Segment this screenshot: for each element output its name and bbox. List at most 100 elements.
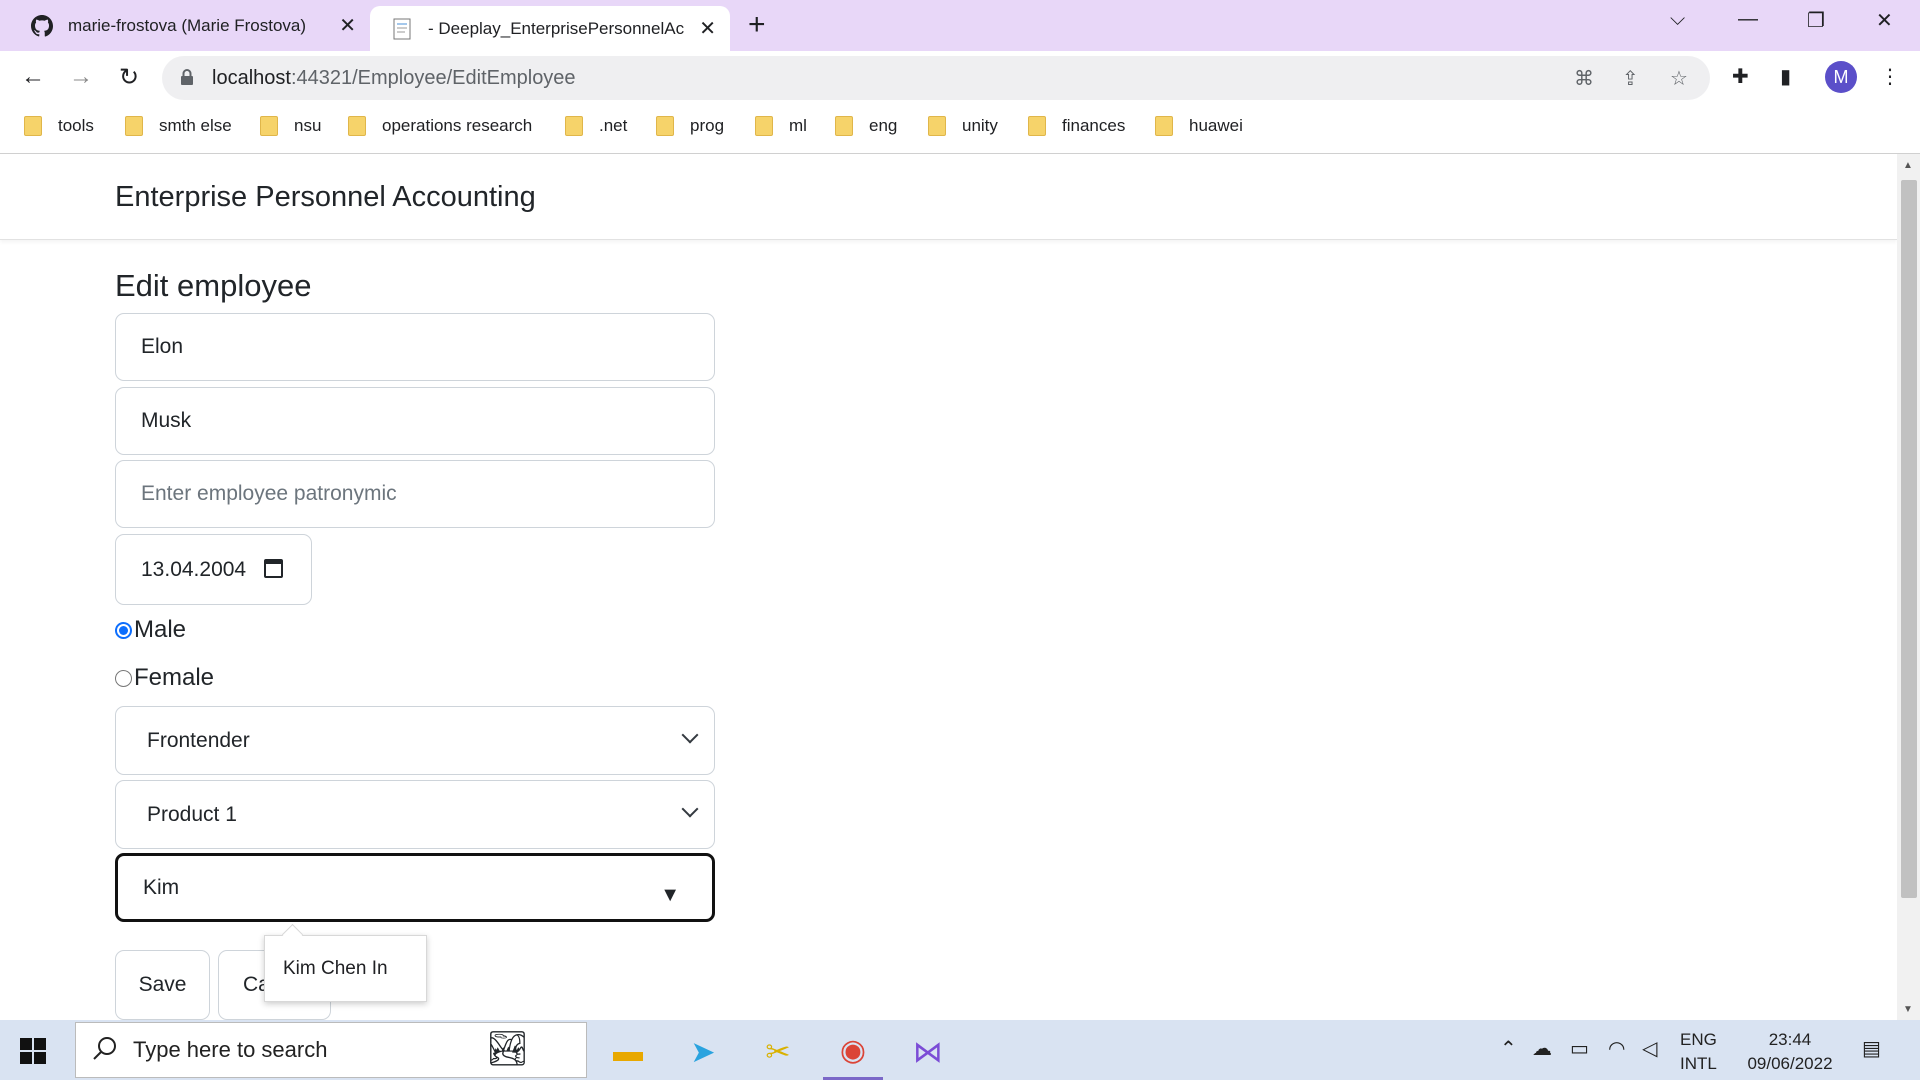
url-text[interactable]: localhost:44321/Employee/EditEmployee [212,67,576,90]
bookmark-folder[interactable]: eng [835,116,897,136]
folder-icon [755,116,773,136]
search-highlight-icon: 🏞 [486,1030,530,1068]
new-tab-button[interactable]: + [748,8,766,42]
tab-title: - Deeplay_EnterprisePersonnelAc [428,18,685,38]
telegram-icon[interactable]: ➤ [673,1024,733,1080]
tab-active[interactable]: - Deeplay_EnterprisePersonnelAc ✕ [370,6,730,51]
scroll-thumb[interactable] [1901,180,1917,898]
back-icon[interactable]: ← [18,63,48,91]
folder-icon [835,116,853,136]
bookmark-folder[interactable]: .net [565,116,627,136]
clock[interactable]: 23:44 09/06/2022 [1735,1028,1845,1076]
calendar-icon[interactable] [264,559,283,578]
menu-icon[interactable]: ⋮ [1880,64,1900,89]
manager-value: Kim [143,875,180,899]
bookmark-label: huawei [1189,116,1243,135]
autocomplete-suggestion[interactable]: Kim Chen In [264,935,427,1002]
lock-icon[interactable] [180,68,194,91]
dropdown-arrow-icon[interactable]: ▼ [660,884,680,907]
wifi-icon[interactable]: ◠ [1608,1036,1625,1061]
volume-icon[interactable]: ◁ [1642,1036,1657,1061]
close-tab-icon[interactable]: ✕ [339,13,356,38]
position-value: Frontender [147,728,250,752]
reload-icon[interactable]: ↻ [114,63,144,92]
tab-search-icon[interactable]: ⌵ [1670,8,1685,31]
position-select[interactable]: Frontender [115,706,715,775]
bookmark-folder[interactable]: unity [928,116,998,136]
first-name-input[interactable]: Elon [115,313,715,381]
bookmark-folder[interactable]: nsu [260,116,321,136]
app-navbar: Enterprise Personnel Accounting [0,154,1897,240]
app-icon[interactable]: ✂ [748,1024,808,1080]
restore-icon[interactable]: ❐ [1807,8,1825,33]
folder-icon [1155,116,1173,136]
forward-icon[interactable]: → [66,63,96,91]
tab-title: marie-frostova (Marie Frostova) [68,15,307,35]
profile-avatar[interactable]: M [1825,61,1857,93]
language-indicator[interactable]: ENG INTL [1680,1028,1717,1076]
extensions-icon[interactable]: ✚ [1732,64,1749,89]
chrome-icon[interactable]: ◉ [823,1024,883,1080]
close-tab-icon[interactable]: ✕ [699,16,716,41]
browser-tab-strip: marie-frostova (Marie Frostova) ✕ - Deep… [0,0,1920,51]
address-bar[interactable]: localhost:44321/Employee/EditEmployee ⌘ … [162,56,1710,100]
url-path: :44321/Employee/EditEmployee [290,66,576,89]
scroll-down-icon[interactable]: ▼ [1903,1004,1913,1015]
bookmark-folder[interactable]: smth else [125,116,232,136]
windows-start-icon[interactable] [20,1038,46,1064]
bookmark-label: eng [869,116,898,135]
bookmark-folder[interactable]: ml [755,116,807,136]
bookmark-folder[interactable]: tools [24,116,94,136]
bookmark-folder[interactable]: huawei [1155,116,1243,136]
suggestion-text: Kim Chen In [283,957,388,979]
github-icon [30,14,54,38]
gender-male-radio[interactable]: Male [115,616,186,644]
translate-icon[interactable]: ⌘ [1574,66,1594,91]
bookmark-folder[interactable]: operations research [348,116,532,136]
folder-icon [928,116,946,136]
product-select[interactable]: Product 1 [115,780,715,849]
save-button[interactable]: Save [115,950,210,1020]
folder-icon [260,116,278,136]
birth-date-input[interactable]: 13.04.2004 [115,534,312,605]
birth-date-value: 13.04.2004 [141,557,247,581]
browser-toolbar: ← → ↻ localhost:44321/Employee/EditEmplo… [0,51,1920,106]
folder-icon [565,116,583,136]
bookmark-folder[interactable]: finances [1028,116,1125,136]
bookmark-label: ml [789,116,807,135]
folder-icon [125,116,143,136]
bookmark-label: nsu [294,116,322,135]
url-host: localhost [212,66,291,89]
scroll-up-icon[interactable]: ▲ [1903,160,1913,171]
patronymic-input[interactable]: Enter employee patronymic [115,460,715,528]
clock-date: 09/06/2022 [1747,1054,1833,1073]
bookmark-star-icon[interactable]: ☆ [1670,66,1688,91]
tray-chevron-up-icon[interactable]: ⌃ [1500,1036,1517,1061]
manager-combobox[interactable]: Kim ▼ [115,853,715,922]
share-icon[interactable]: ⇪ [1622,66,1639,91]
radio-unselected-icon[interactable] [115,669,132,687]
bookmark-folder[interactable]: prog [656,116,724,136]
gender-female-radio[interactable]: Female [115,664,214,692]
page-scrollbar[interactable]: ▲ ▼ [1897,154,1920,1020]
tab-github[interactable]: marie-frostova (Marie Frostova) ✕ [0,0,370,51]
windows-taskbar: Type here to search 🏞 ▬ ➤ ✂ ◉ ⋈ ⌃ ☁ ▭ ◠ … [0,1020,1920,1080]
notifications-icon[interactable]: ▤ [1862,1036,1881,1061]
folder-icon [348,116,366,136]
side-panel-icon[interactable]: ▮ [1780,64,1791,89]
taskbar-search[interactable]: Type here to search 🏞 [75,1022,587,1078]
bookmark-label: tools [58,116,94,135]
brand-title[interactable]: Enterprise Personnel Accounting [115,181,536,214]
battery-icon[interactable]: ▭ [1570,1036,1589,1061]
page-content: Enterprise Personnel Accounting Edit emp… [0,154,1897,1020]
page-icon [390,17,414,41]
last-name-input[interactable]: Musk [115,387,715,455]
bookmark-label: finances [1062,116,1126,135]
visual-studio-icon[interactable]: ⋈ [898,1024,958,1080]
onedrive-icon[interactable]: ☁ [1532,1036,1552,1061]
radio-selected-icon[interactable] [115,621,132,639]
file-explorer-icon[interactable]: ▬ [598,1024,658,1080]
close-window-icon[interactable]: ✕ [1876,8,1893,33]
clock-time: 23:44 [1768,1030,1812,1049]
minimize-icon[interactable]: — [1738,8,1758,31]
